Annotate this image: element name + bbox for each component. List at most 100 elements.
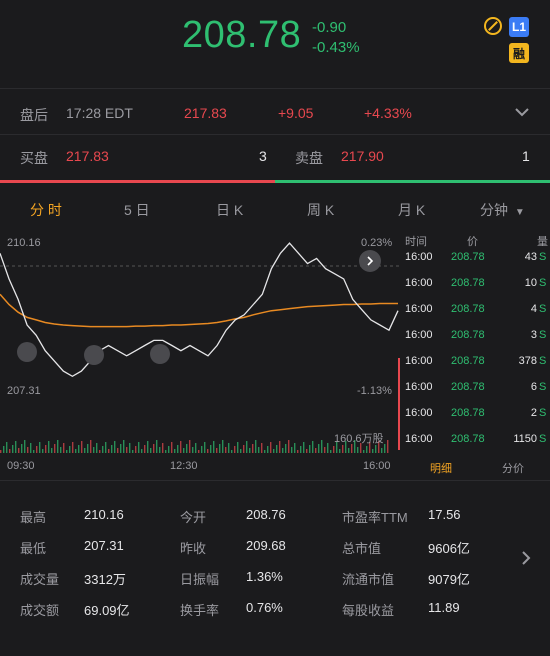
ticker-price: 208.78 bbox=[451, 407, 485, 419]
volume-bar bbox=[309, 445, 311, 453]
stat-value: 207.31 bbox=[84, 538, 124, 553]
volume-bar bbox=[0, 450, 2, 453]
volume-bar bbox=[42, 449, 44, 453]
volume-bar bbox=[291, 447, 293, 453]
volume-bar bbox=[243, 445, 245, 453]
volume-bar bbox=[39, 442, 41, 453]
chevron-right-icon[interactable] bbox=[520, 550, 532, 571]
ticker-price: 208.78 bbox=[451, 381, 485, 393]
volume-bar bbox=[33, 450, 35, 453]
volume-bar bbox=[282, 448, 284, 453]
tab-detail[interactable]: 明细 bbox=[430, 460, 452, 476]
volume-bar bbox=[45, 445, 47, 453]
volume-bar bbox=[9, 449, 11, 453]
chart-low-label: 207.31 bbox=[7, 385, 41, 397]
ticker-side-flag: S bbox=[539, 355, 547, 367]
volume-bar bbox=[363, 450, 365, 453]
time-label-start: 09:30 bbox=[7, 460, 35, 472]
volume-bar bbox=[117, 448, 119, 453]
ask-label: 卖盘 bbox=[295, 150, 323, 166]
volume-bar bbox=[144, 445, 146, 453]
volume-bar bbox=[171, 442, 173, 453]
tab-weekly[interactable]: 周 K bbox=[307, 200, 334, 220]
stat-label: 最低 bbox=[20, 541, 47, 556]
chevron-down-icon[interactable] bbox=[514, 104, 530, 125]
time-label-mid: 12:30 bbox=[170, 460, 198, 472]
tab-minute[interactable]: 分钟 ▼ bbox=[480, 200, 525, 220]
volume-bar bbox=[387, 440, 389, 453]
price-line bbox=[0, 242, 399, 378]
volume-bar bbox=[366, 446, 368, 453]
volume-bar bbox=[339, 449, 341, 453]
after-hours-label: 盘后 bbox=[20, 107, 48, 123]
volume-bar bbox=[213, 441, 215, 453]
volume-bar bbox=[249, 448, 251, 453]
volume-bar bbox=[252, 444, 254, 453]
volume-bar bbox=[219, 444, 221, 453]
after-hours-time: 17:28 EDT bbox=[66, 105, 133, 121]
volume-bar bbox=[324, 447, 326, 453]
divider bbox=[0, 480, 550, 481]
volume-bar bbox=[177, 445, 179, 453]
ticker-side-flag: S bbox=[539, 251, 547, 263]
level1-badge[interactable]: L1 bbox=[509, 17, 529, 37]
margin-badge[interactable]: 融 bbox=[509, 43, 529, 63]
stat-value: 0.76% bbox=[246, 600, 283, 615]
volume-bar bbox=[204, 442, 206, 453]
expand-right-icon[interactable] bbox=[359, 250, 381, 272]
event-marker-icon[interactable] bbox=[150, 344, 170, 364]
volume-bar bbox=[159, 447, 161, 453]
ask-size: 1 bbox=[522, 148, 530, 164]
stat-label: 流通市值 bbox=[342, 572, 395, 587]
volume-bar bbox=[267, 446, 269, 453]
volume-bar bbox=[189, 440, 191, 453]
volume-bar bbox=[81, 441, 83, 453]
volume-bar bbox=[93, 447, 95, 453]
volume-bar bbox=[126, 447, 128, 453]
stat-value: 11.89 bbox=[428, 600, 460, 615]
ticker-time: 16:00 bbox=[405, 407, 433, 419]
volume-bar bbox=[210, 445, 212, 453]
volume-bar bbox=[327, 443, 329, 453]
event-marker-icon[interactable] bbox=[84, 345, 104, 365]
volume-bar bbox=[72, 442, 74, 453]
ticker-volume: 378 bbox=[518, 355, 537, 367]
tab-monthly[interactable]: 月 K bbox=[398, 200, 425, 220]
ticker-price: 208.78 bbox=[451, 277, 485, 289]
volume-bar bbox=[261, 443, 263, 453]
event-marker-icon[interactable] bbox=[17, 342, 37, 362]
volume-bar bbox=[222, 440, 224, 453]
ticker-volume: 1150 bbox=[513, 433, 537, 445]
tab-intraday[interactable]: 分 时 bbox=[30, 200, 62, 220]
tab-5day[interactable]: 5 日 bbox=[124, 200, 150, 220]
ticker-time: 16:00 bbox=[405, 433, 433, 445]
ticker-volume: 43 bbox=[524, 251, 537, 263]
bid-bar bbox=[0, 180, 275, 183]
stat-label: 换手率 bbox=[180, 603, 220, 618]
price-change-pct: -0.43% bbox=[312, 39, 360, 56]
volume-bar bbox=[375, 445, 377, 453]
ticker-side-flag: S bbox=[539, 303, 547, 315]
stat-label: 成交量 bbox=[20, 572, 60, 587]
volume-bar bbox=[174, 449, 176, 453]
volume-bar bbox=[201, 446, 203, 453]
volume-bar bbox=[357, 447, 359, 453]
tab-price-dist[interactable]: 分价 bbox=[502, 460, 524, 476]
volume-bar bbox=[384, 444, 386, 453]
volume-bar bbox=[105, 442, 107, 453]
volume-bar bbox=[36, 446, 38, 453]
bid-size: 3 bbox=[259, 148, 267, 164]
ticker-time: 16:00 bbox=[405, 251, 433, 263]
volume-bar bbox=[186, 444, 188, 453]
volume-bar bbox=[12, 445, 14, 453]
volume-bar bbox=[183, 448, 185, 453]
stat-label: 市盈率TTM bbox=[342, 510, 408, 525]
volume-bar bbox=[141, 449, 143, 453]
tab-daily[interactable]: 日 K bbox=[216, 200, 243, 220]
ticker-price: 208.78 bbox=[451, 251, 485, 263]
ask-bar bbox=[275, 180, 550, 183]
no-shorting-icon[interactable] bbox=[484, 17, 502, 35]
volume-bar bbox=[270, 442, 272, 453]
volume-bar bbox=[300, 446, 302, 453]
ticker-time: 16:00 bbox=[405, 303, 433, 315]
